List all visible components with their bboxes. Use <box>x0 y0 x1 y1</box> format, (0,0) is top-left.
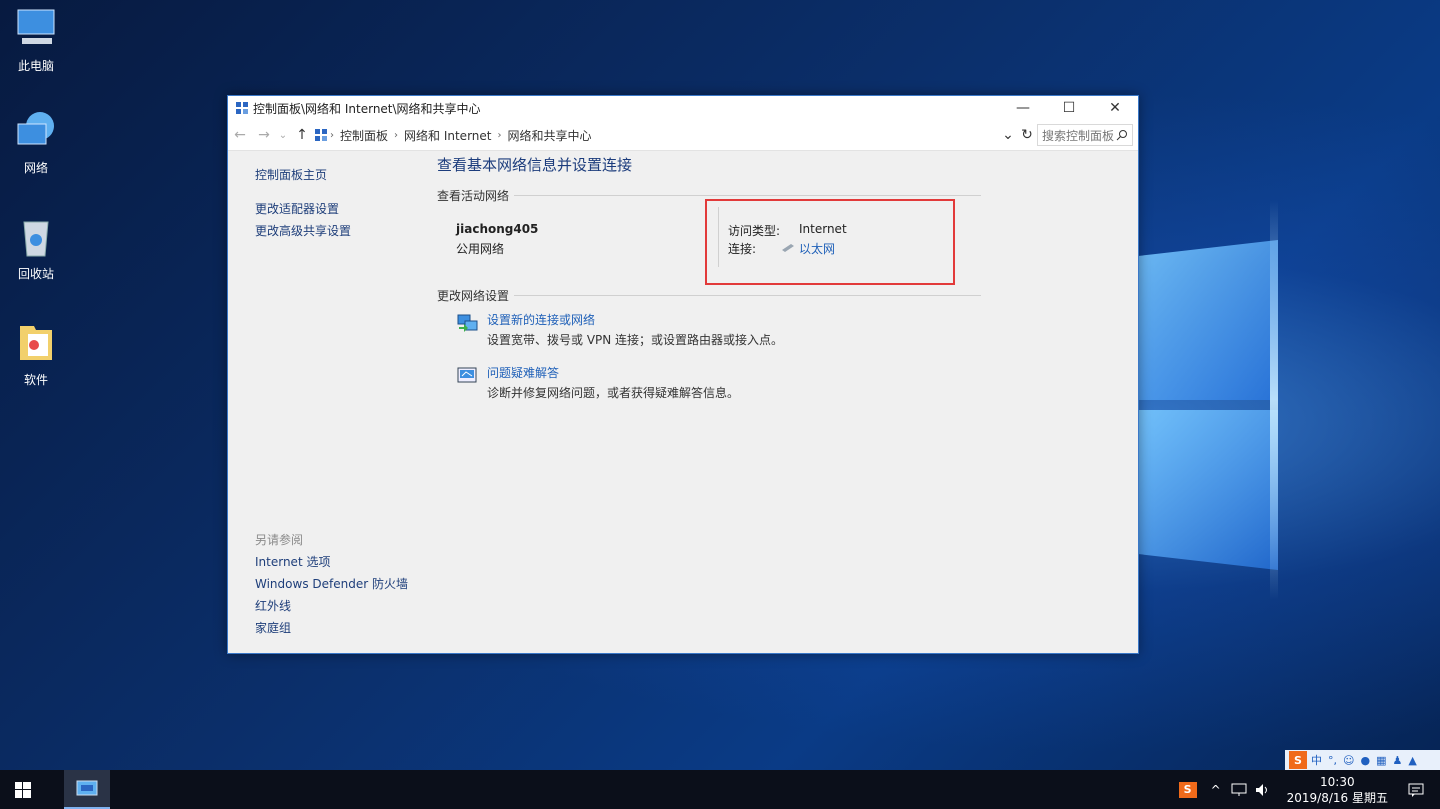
sidebar-link-infrared[interactable]: 红外线 <box>255 597 291 614</box>
task-description: 设置宽带、拨号或 VPN 连接；或设置路由器或接入点。 <box>487 333 784 347</box>
divider <box>514 295 981 296</box>
change-settings-heading: 更改网络设置 <box>437 289 510 303</box>
window-title: 控制面板\网络和 Internet\网络和共享中心 <box>253 101 481 116</box>
system-tray: S ^ 10:30 2019/8/16 星期五 <box>1178 770 1440 809</box>
notification-icon[interactable] <box>1408 782 1424 798</box>
wallpaper-pane <box>1138 240 1278 400</box>
recycle-bin-icon <box>23 221 49 257</box>
sidebar-link-homegroup[interactable]: 家庭组 <box>255 619 291 636</box>
see-also-heading: 另请参阅 <box>255 533 304 547</box>
back-button[interactable]: ← <box>228 127 252 143</box>
desktop-icon-this-pc[interactable]: 此电脑 <box>8 6 64 74</box>
windows-logo-icon <box>15 781 31 798</box>
chevron-right-icon: › <box>497 129 502 141</box>
ime-lang-toggle[interactable]: 中 <box>1311 752 1322 768</box>
recent-locations-button[interactable]: ⌄ <box>276 130 290 141</box>
network-sharing-center-window: 控制面板\网络和 Internet\网络和共享中心 — ☐ ✕ ← → ⌄ ↑ … <box>227 95 1139 654</box>
sidebar-link-adapter-settings[interactable]: 更改适配器设置 <box>255 200 339 217</box>
microphone-icon[interactable]: ● <box>1360 754 1370 767</box>
user-icon[interactable]: ♟ <box>1392 754 1402 767</box>
desktop-icon-network[interactable]: 网络 <box>8 108 64 176</box>
minimize-button[interactable]: — <box>1000 96 1046 120</box>
search-input[interactable]: 搜索控制面板 <box>1037 124 1133 146</box>
refresh-button[interactable]: ↻ <box>1017 127 1037 143</box>
network-type[interactable]: 公用网络 <box>456 240 504 257</box>
sogou-icon[interactable]: S <box>1289 751 1307 769</box>
sidebar-link-internet-options[interactable]: Internet 选项 <box>255 553 330 570</box>
sogou-tray-icon[interactable]: S <box>1178 781 1197 798</box>
emoji-icon[interactable]: ☺ <box>1343 754 1354 767</box>
breadcrumb-network-sharing-center[interactable]: 网络和共享中心 <box>503 127 595 144</box>
address-dropdown-button[interactable]: ⌄ <box>999 127 1017 143</box>
desktop-icon-label: 软件 <box>23 373 48 387</box>
volume-icon[interactable] <box>1255 783 1271 797</box>
network-globe-icon <box>17 112 54 145</box>
clock[interactable]: 10:30 2019/8/16 星期五 <box>1287 774 1388 806</box>
sidebar-link-home[interactable]: 控制面板主页 <box>255 166 327 183</box>
new-connection-icon <box>457 314 478 332</box>
forward-button[interactable]: → <box>252 127 276 143</box>
sidebar-link-advanced-sharing[interactable]: 更改高级共享设置 <box>255 222 351 239</box>
keyboard-icon[interactable]: ▦ <box>1376 754 1386 767</box>
wallpaper-light <box>1270 200 1278 600</box>
active-networks-heading: 查看活动网络 <box>437 189 510 203</box>
ime-punct-toggle[interactable]: °, <box>1328 754 1337 767</box>
wallpaper-pane <box>1138 410 1278 570</box>
task-new-connection: 设置新的连接或网络 设置宽带、拨号或 VPN 连接；或设置路由器或接入点。 <box>456 311 956 351</box>
search-icon <box>1116 130 1128 141</box>
taskbar-app-control-panel[interactable] <box>64 770 110 809</box>
highlight-box <box>705 199 955 285</box>
content-area: 控制面板主页 更改适配器设置 更改高级共享设置 另请参阅 Internet 选项… <box>228 151 1138 653</box>
sidebar-link-firewall[interactable]: Windows Defender 防火墙 <box>255 575 408 592</box>
start-button[interactable] <box>0 770 46 809</box>
setup-new-connection-link[interactable]: 设置新的连接或网络 <box>487 311 595 328</box>
ime-toolbar[interactable]: S 中 °, ☺ ● ▦ ♟ ▲ <box>1285 750 1440 770</box>
maximize-button[interactable]: ☐ <box>1046 96 1092 120</box>
clock-time: 10:30 <box>1320 774 1355 789</box>
clock-date: 2019/8/16 星期五 <box>1286 790 1388 805</box>
folder-icon <box>20 326 52 360</box>
chevron-up-icon[interactable]: ^ <box>1211 783 1221 797</box>
title-bar[interactable]: 控制面板\网络和 Internet\网络和共享中心 — ☐ ✕ <box>228 96 1138 120</box>
task-description: 诊断并修复网络问题，或者获得疑难解答信息。 <box>487 386 740 400</box>
desktop-icon-recycle-bin[interactable]: 回收站 <box>8 214 64 282</box>
desktop-icon-label: 回收站 <box>17 267 54 281</box>
troubleshoot-icon <box>457 367 477 383</box>
task-troubleshoot: 问题疑难解答 诊断并修复网络问题，或者获得疑难解答信息。 <box>456 364 956 404</box>
desktop-icon-label: 此电脑 <box>17 59 54 73</box>
network-name: jiachong405 <box>456 222 539 236</box>
control-panel-icon <box>76 780 98 795</box>
search-placeholder: 搜索控制面板 <box>1042 128 1115 143</box>
address-bar: ← → ⌄ ↑ › 控制面板 › 网络和 Internet › 网络和共享中心 … <box>228 120 1138 151</box>
skin-icon[interactable]: ▲ <box>1408 754 1416 767</box>
close-button[interactable]: ✕ <box>1092 96 1138 120</box>
divider <box>514 195 981 196</box>
breadcrumb-control-panel[interactable]: 控制面板 <box>336 127 392 144</box>
control-panel-icon <box>236 102 248 114</box>
breadcrumb[interactable]: › 控制面板 › 网络和 Internet › 网络和共享中心 <box>314 124 999 146</box>
page-title: 查看基本网络信息并设置连接 <box>437 156 633 174</box>
network-tray-icon[interactable] <box>1231 783 1247 797</box>
troubleshoot-link[interactable]: 问题疑难解答 <box>487 364 559 381</box>
breadcrumb-network-internet[interactable]: 网络和 Internet <box>400 127 495 144</box>
up-button[interactable]: ↑ <box>290 127 314 143</box>
computer-icon <box>17 9 55 44</box>
desktop-icon-software[interactable]: 软件 <box>8 320 64 388</box>
chevron-right-icon: › <box>394 129 399 141</box>
control-panel-icon <box>315 129 327 141</box>
desktop-icon-label: 网络 <box>23 161 48 175</box>
taskbar: S ^ 10:30 2019/8/16 星期五 <box>0 770 1440 809</box>
chevron-right-icon: › <box>330 129 334 141</box>
